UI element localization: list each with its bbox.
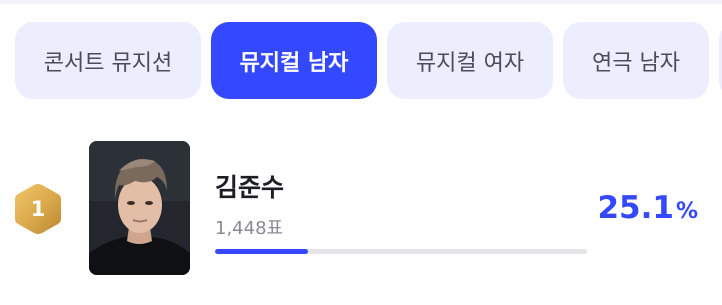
tab-concert-musician[interactable]: 콘서트 뮤지션 — [15, 22, 201, 99]
tab-musical-male[interactable]: 뮤지컬 남자 — [211, 22, 377, 99]
performer-photo[interactable] — [89, 141, 190, 275]
performer-portrait-image — [89, 141, 190, 275]
tab-label: 뮤지컬 여자 — [415, 50, 525, 76]
ranking-page: 콘서트 뮤지션 뮤지컬 남자 뮤지컬 여자 연극 남자 1 김준수 1,448표… — [0, 0, 722, 305]
tab-musical-female[interactable]: 뮤지컬 여자 — [387, 22, 553, 99]
performer-name: 김준수 — [215, 173, 285, 202]
tab-label: 콘서트 뮤지션 — [43, 50, 173, 76]
tab-label: 뮤지컬 남자 — [239, 50, 349, 76]
tab-play-male[interactable]: 연극 남자 — [563, 22, 709, 99]
rank-badge: 1 — [13, 182, 63, 236]
top-divider — [0, 0, 722, 4]
vote-count: 1,448표 — [215, 218, 284, 239]
vote-percentage: 25.1 % — [597, 190, 698, 226]
rank-number: 1 — [30, 197, 46, 221]
category-tabs: 콘서트 뮤지션 뮤지컬 남자 뮤지컬 여자 연극 남자 — [15, 22, 722, 100]
percentage-value: 25.1 — [597, 190, 674, 226]
percentage-sign: % — [675, 199, 698, 224]
vote-share-bar-fill — [215, 249, 309, 254]
vote-share-bar — [215, 249, 587, 254]
tab-label: 연극 남자 — [592, 50, 680, 76]
